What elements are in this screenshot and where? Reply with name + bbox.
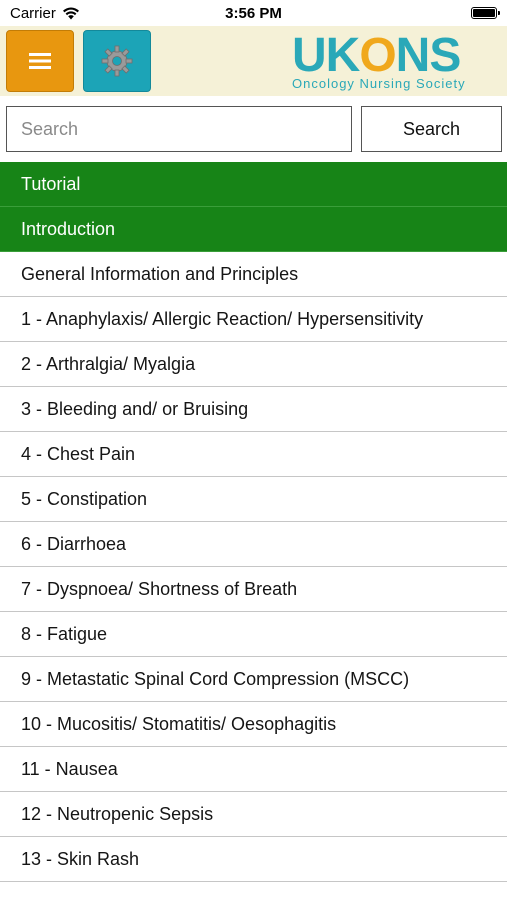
list-item[interactable]: Tutorial xyxy=(0,162,507,207)
status-bar: Carrier 3:56 PM xyxy=(0,0,507,26)
list-item[interactable]: 9 - Metastatic Spinal Cord Compression (… xyxy=(0,657,507,702)
settings-button[interactable] xyxy=(83,30,151,92)
hamburger-icon xyxy=(29,53,51,69)
ukons-logo: UKONS Oncology Nursing Society xyxy=(290,28,485,94)
battery-icon xyxy=(471,7,500,19)
list-item[interactable]: 11 - Nausea xyxy=(0,747,507,792)
list-item[interactable]: 5 - Constipation xyxy=(0,477,507,522)
list-item[interactable]: 4 - Chest Pain xyxy=(0,432,507,477)
list-item[interactable]: 1 - Anaphylaxis/ Allergic Reaction/ Hype… xyxy=(0,297,507,342)
list-item[interactable]: 12 - Neutropenic Sepsis xyxy=(0,792,507,837)
list-item[interactable]: 3 - Bleeding and/ or Bruising xyxy=(0,387,507,432)
search-bar: Search xyxy=(0,96,507,158)
logo-tagline: Oncology Nursing Society xyxy=(292,76,466,91)
list-item[interactable]: 8 - Fatigue xyxy=(0,612,507,657)
list-item[interactable]: 7 - Dyspnoea/ Shortness of Breath xyxy=(0,567,507,612)
clock: 3:56 PM xyxy=(225,5,282,22)
topic-list: Tutorial Introduction General Information … xyxy=(0,162,507,882)
search-button[interactable]: Search xyxy=(361,106,502,152)
list-item[interactable]: General Information and Principles xyxy=(0,252,507,297)
gear-icon xyxy=(101,45,133,77)
list-item[interactable]: 6 - Diarrhoea xyxy=(0,522,507,567)
menu-button[interactable] xyxy=(6,30,74,92)
search-input[interactable] xyxy=(6,106,352,152)
list-item[interactable]: 10 - Mucositis/ Stomatitis/ Oesophagitis xyxy=(0,702,507,747)
app-header: UKONS Oncology Nursing Society xyxy=(0,26,507,96)
list-item[interactable]: 2 - Arthralgia/ Myalgia xyxy=(0,342,507,387)
list-item[interactable]: 13 - Skin Rash xyxy=(0,837,507,882)
list-item[interactable]: Introduction xyxy=(0,207,507,252)
